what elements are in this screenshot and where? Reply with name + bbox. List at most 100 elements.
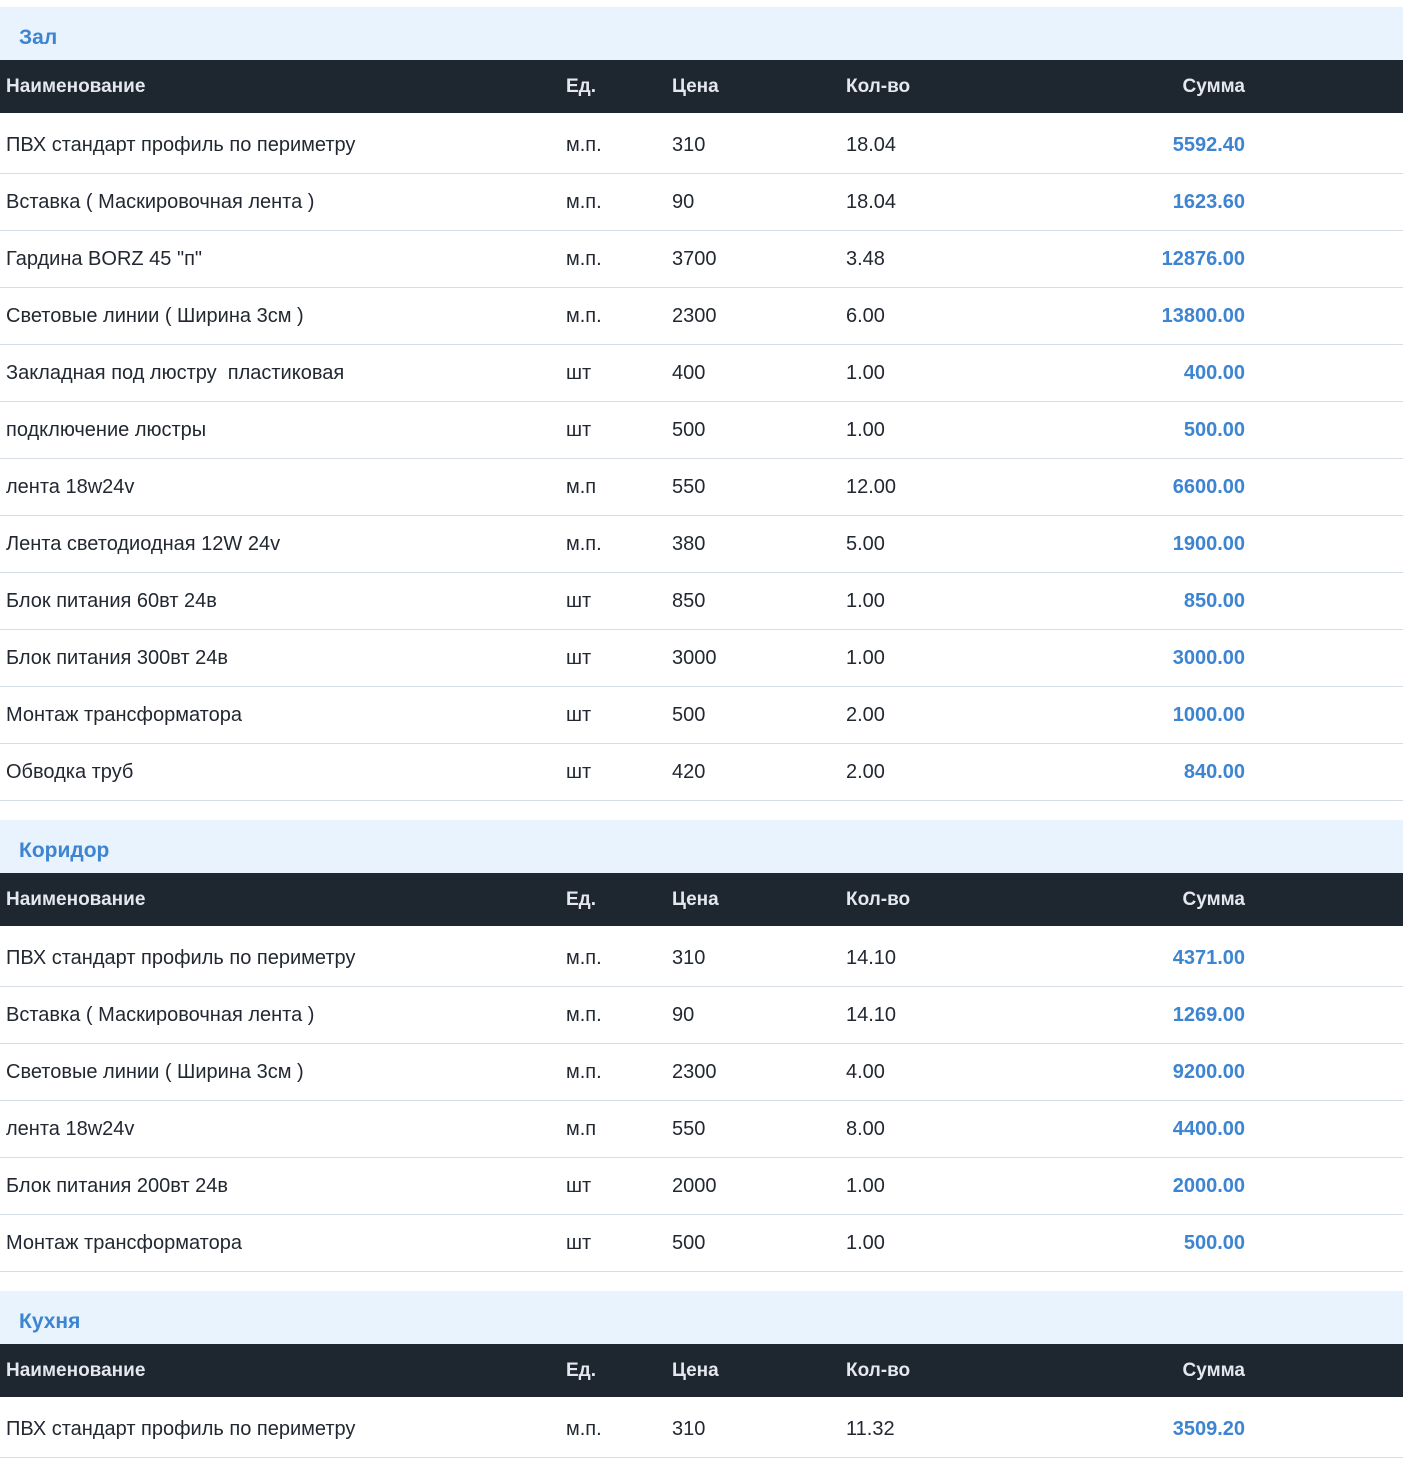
cell-quantity: 5.00 [846,532,885,555]
table-row: Гардина BORZ 45 "п" м.п. 3700 3.48 12876.00 [0,231,1403,288]
header-unit: Ед. [566,1359,597,1381]
cell-unit: шт [566,1231,592,1254]
header-name: Наименование [6,75,146,97]
cell-unit: м.п. [566,532,602,555]
cell-name: Монтаж трансформатора [6,703,242,726]
cell-price: 310 [672,133,706,156]
cell-name: Блок питания 200вт 24в [6,1174,229,1197]
cell-unit: м.п. [566,946,602,969]
table-row: Световые линии ( Ширина 3см ) м.п. 2300 4.0… [0,1044,1403,1101]
cell-sum: 840.00 [1183,760,1245,783]
table-row: ПВХ стандарт профиль по периметру м.п. 310… [0,113,1403,174]
cell-quantity: 1.00 [846,589,885,612]
header-price: Цена [672,75,719,97]
cell-sum: 850.00 [1183,589,1245,612]
cell-name: ПВХ стандарт профиль по периметру [6,133,356,156]
table-header: Наименование Ед. Цена Кол-во Сумма [0,873,1403,926]
cell-unit: м.п. [566,247,602,270]
table-row: ПВХ стандарт профиль по периметру м.п. 310… [0,1397,1403,1458]
room-section: Коридор Наименование Ед. Цена Кол-во Сумма ПВХ… [0,820,1403,1272]
cell-name: Гардина BORZ 45 "п" [6,247,203,270]
table-row: Монтаж трансформатора шт 500 2.00 1000.00 [0,687,1403,744]
cell-price: 2300 [672,1060,717,1083]
cell-unit: шт [566,418,592,441]
header-quantity: Кол-во [846,1359,911,1381]
cell-sum: 6600.00 [1172,475,1245,498]
cell-sum: 1000.00 [1172,703,1245,726]
table-row: Обводка труб шт 420 2.00 840.00 [0,744,1403,801]
cell-sum: 9200.00 [1172,1060,1245,1083]
cell-sum: 3000.00 [1172,646,1245,669]
cell-unit: шт [566,703,592,726]
cell-sum: 5592.40 [1172,133,1245,156]
cell-price: 3700 [672,247,717,270]
cell-sum: 1269.00 [1172,1003,1245,1026]
header-quantity: Кол-во [846,75,911,97]
cell-quantity: 1.00 [846,361,885,384]
cell-price: 90 [672,190,695,213]
cell-sum: 12876.00 [1161,247,1245,270]
cell-name: Монтаж трансформатора [6,1231,242,1254]
cell-quantity: 3.48 [846,247,885,270]
cell-quantity: 11.32 [846,1417,895,1440]
cell-quantity: 14.10 [846,946,897,969]
cell-quantity: 1.00 [846,1231,885,1254]
cell-unit: шт [566,646,592,669]
cell-price: 850 [672,589,706,612]
header-price: Цена [672,888,719,910]
cell-price: 310 [672,946,706,969]
cell-name: лента 18w24v [6,1117,135,1140]
header-unit: Ед. [566,75,597,97]
cell-name: подключение люстры [6,418,207,441]
cell-name: Световые линии ( Ширина 3см ) [6,304,304,327]
room-section: Зал Наименование Ед. Цена Кол-во Сумма ПВХ ста… [0,7,1403,801]
room-title: Коридор [0,820,1403,873]
cell-name: ПВХ стандарт профиль по периметру [6,1417,356,1440]
cell-unit: шт [566,760,592,783]
cell-quantity: 8.00 [846,1117,885,1140]
cell-price: 310 [672,1417,706,1440]
cell-quantity: 14.10 [846,1003,897,1026]
table-row: Монтаж трансформатора шт 500 1.00 500.00 [0,1215,1403,1272]
header-name: Наименование [6,888,146,910]
cell-unit: м.п. [566,304,602,327]
table-row: Вставка ( Маскировочная лента ) м.п. 90 14.… [0,987,1403,1044]
table-body: ПВХ стандарт профиль по периметру м.п. 310… [0,1397,1403,1458]
cell-name: Световые линии ( Ширина 3см ) [6,1060,304,1083]
cell-quantity: 1.00 [846,646,885,669]
cell-sum: 500.00 [1183,418,1245,441]
cell-unit: м.п. [566,190,602,213]
cell-sum: 4400.00 [1172,1117,1245,1140]
header-unit: Ед. [566,888,597,910]
cell-price: 400 [672,361,706,384]
cell-name: ПВХ стандарт профиль по периметру [6,946,356,969]
cell-price: 3000 [672,646,717,669]
cell-unit: шт [566,1174,592,1197]
cell-name: Вставка ( Маскировочная лента ) [6,1003,315,1026]
table-row: лента 18w24v м.п 550 12.00 6600.00 [0,459,1403,516]
cell-unit: м.п [566,1117,597,1140]
header-sum: Сумма [1182,888,1245,910]
cell-price: 500 [672,418,706,441]
cell-quantity: 4.00 [846,1060,885,1083]
table-row: лента 18w24v м.п 550 8.00 4400.00 [0,1101,1403,1158]
cell-unit: м.п. [566,1060,602,1083]
cell-sum: 3509.20 [1172,1417,1245,1440]
cell-sum: 2000.00 [1172,1174,1245,1197]
room-title: Кухня [0,1291,1403,1344]
cell-quantity: 12.00 [846,475,897,498]
table-header: Наименование Ед. Цена Кол-во Сумма [0,60,1403,113]
cell-quantity: 1.00 [846,418,885,441]
header-quantity: Кол-во [846,888,911,910]
cell-sum: 500.00 [1183,1231,1245,1254]
header-sum: Сумма [1182,75,1245,97]
table-row: Блок питания 300вт 24в шт 3000 1.00 3000.00 [0,630,1403,687]
cell-price: 380 [672,532,706,555]
cell-name: Блок питания 60вт 24в [6,589,217,612]
table-row: Световые линии ( Ширина 3см ) м.п. 2300 6.0… [0,288,1403,345]
table-row: подключение люстры шт 500 1.00 500.00 [0,402,1403,459]
cell-unit: шт [566,361,592,384]
cell-quantity: 2.00 [846,703,885,726]
cell-price: 2000 [672,1174,717,1197]
cell-sum: 1900.00 [1172,532,1245,555]
